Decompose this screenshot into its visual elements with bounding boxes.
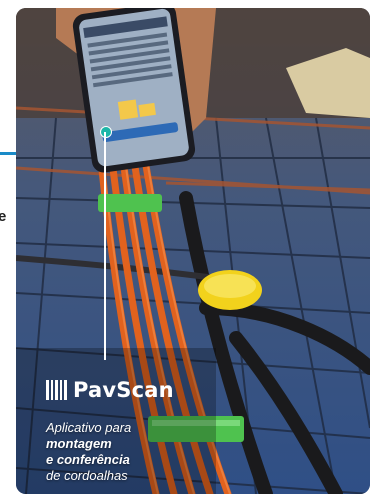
pointer-dot <box>100 126 112 138</box>
edge-text: e <box>0 208 7 225</box>
brand-name: PavScan <box>73 378 174 402</box>
hero-photo: PavScan Aplicativo para montagem e confe… <box>16 8 370 494</box>
brand-logo: PavScan <box>46 378 174 402</box>
tagline-line-4: de cordoalhas <box>46 468 128 483</box>
pointer-line <box>104 132 106 360</box>
page: e PavScan Aplicativo para montagem e con… <box>0 0 376 501</box>
tagline-line-2: montagem <box>46 436 112 451</box>
tagline-line-1: Aplicativo para <box>46 420 132 435</box>
barcode-icon <box>46 380 67 400</box>
tagline-line-3: e conferência <box>46 452 130 467</box>
tagline: Aplicativo para montagem e conferência d… <box>46 420 131 484</box>
accent-rule <box>0 152 16 155</box>
